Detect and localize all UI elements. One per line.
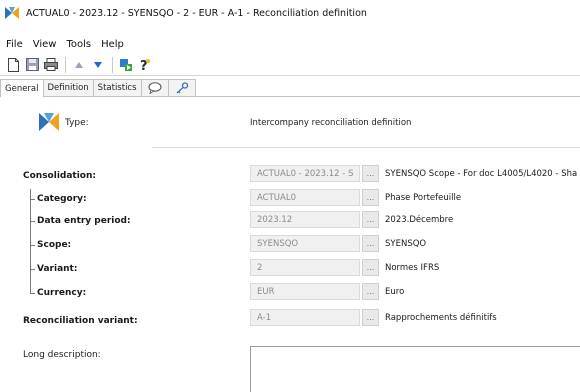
currency-field[interactable]: EUR bbox=[250, 283, 360, 300]
tab-general-label: General bbox=[5, 83, 39, 94]
new-document-button[interactable] bbox=[4, 56, 22, 74]
tab-statistics-label: Statistics bbox=[97, 83, 137, 93]
save-icon bbox=[25, 58, 39, 71]
reconciliation-variant-description: Rapprochements définitifs bbox=[385, 313, 497, 323]
tab-statistics[interactable]: Statistics bbox=[92, 79, 142, 96]
menu-bar: File View Tools Help bbox=[0, 36, 129, 52]
data-entry-period-description: 2023.Décembre bbox=[385, 215, 454, 225]
reconciliation-variant-label: Reconciliation variant: bbox=[23, 316, 138, 326]
tree-connector bbox=[30, 269, 35, 270]
help-button[interactable]: ? bbox=[136, 56, 154, 74]
currency-label: Currency: bbox=[37, 288, 87, 298]
category-description: Phase Portefeuille bbox=[385, 193, 462, 203]
type-label: Type: bbox=[65, 118, 89, 128]
tab-strip: General Definition Statistics bbox=[0, 79, 196, 97]
tab-definition-label: Definition bbox=[47, 83, 89, 93]
reconciliation-variant-browse-button[interactable]: ... bbox=[362, 309, 379, 326]
app-logo-icon bbox=[5, 7, 19, 19]
tab-definition[interactable]: Definition bbox=[42, 79, 94, 96]
move-down-button[interactable] bbox=[89, 56, 107, 74]
category-label: Category: bbox=[37, 194, 87, 204]
scope-browse-button[interactable]: ... bbox=[362, 235, 379, 252]
comment-icon bbox=[148, 82, 162, 94]
tree-connector bbox=[30, 245, 35, 246]
section-divider bbox=[152, 147, 580, 148]
arrow-down-icon bbox=[94, 61, 102, 68]
window-titlebar: ACTUAL0 - 2023.12 - SYENSQO - 2 - EUR - … bbox=[0, 0, 580, 26]
tree-connector bbox=[30, 199, 35, 200]
scope-label: Scope: bbox=[37, 240, 72, 250]
tree-connector bbox=[30, 189, 31, 293]
consolidation-label: Consolidation: bbox=[23, 171, 96, 181]
reconciliation-variant-field[interactable]: A-1 bbox=[250, 309, 360, 326]
arrow-up-icon bbox=[75, 61, 83, 68]
print-button[interactable] bbox=[42, 56, 60, 74]
tab-general[interactable]: General bbox=[0, 79, 44, 97]
save-button[interactable] bbox=[23, 56, 41, 74]
window-title: ACTUAL0 - 2023.12 - SYENSQO - 2 - EUR - … bbox=[26, 7, 367, 19]
tab-comments[interactable] bbox=[140, 79, 169, 96]
menu-file[interactable]: File bbox=[0, 39, 28, 50]
tree-connector bbox=[30, 221, 35, 222]
long-description-textarea[interactable] bbox=[250, 346, 580, 392]
variant-description: Normes IFRS bbox=[385, 263, 440, 273]
data-entry-period-label: Data entry period: bbox=[37, 216, 131, 226]
category-field[interactable]: ACTUAL0 bbox=[250, 189, 360, 206]
toolbar-separator bbox=[65, 56, 66, 73]
move-up-button[interactable] bbox=[70, 56, 88, 74]
tree-connector bbox=[30, 293, 35, 294]
help-icon: ? bbox=[140, 58, 150, 72]
consolidation-field[interactable]: ACTUAL0 - 2023.12 - S bbox=[250, 165, 360, 182]
long-description-label: Long description: bbox=[23, 350, 101, 360]
toolbar: ? bbox=[0, 54, 580, 76]
consolidation-browse-button[interactable]: ... bbox=[362, 165, 379, 182]
run-button[interactable] bbox=[117, 56, 135, 74]
key-icon bbox=[176, 82, 188, 94]
reconciliation-type-icon bbox=[39, 113, 59, 131]
type-value: Intercompany reconciliation definition bbox=[250, 118, 412, 128]
toolbar-separator bbox=[112, 56, 113, 73]
data-entry-period-field[interactable]: 2023.12 bbox=[250, 211, 360, 228]
variant-field[interactable]: 2 bbox=[250, 259, 360, 276]
menu-tools[interactable]: Tools bbox=[61, 39, 96, 50]
category-browse-button[interactable]: ... bbox=[362, 189, 379, 206]
menu-help[interactable]: Help bbox=[96, 39, 129, 50]
new-document-icon bbox=[7, 57, 19, 72]
tab-security[interactable] bbox=[167, 79, 196, 96]
consolidation-description: SYENSQO Scope - For doc L4005/L4020 - Sh… bbox=[385, 169, 578, 179]
currency-browse-button[interactable]: ... bbox=[362, 283, 379, 300]
variant-browse-button[interactable]: ... bbox=[362, 259, 379, 276]
scope-field[interactable]: SYENSQO bbox=[250, 235, 360, 252]
scope-description: SYENSQO bbox=[385, 239, 427, 249]
run-icon bbox=[120, 58, 132, 71]
menu-view[interactable]: View bbox=[28, 39, 62, 50]
print-icon bbox=[44, 58, 58, 71]
variant-label: Variant: bbox=[37, 264, 78, 274]
currency-description: Euro bbox=[385, 287, 405, 297]
data-entry-period-browse-button[interactable]: ... bbox=[362, 211, 379, 228]
